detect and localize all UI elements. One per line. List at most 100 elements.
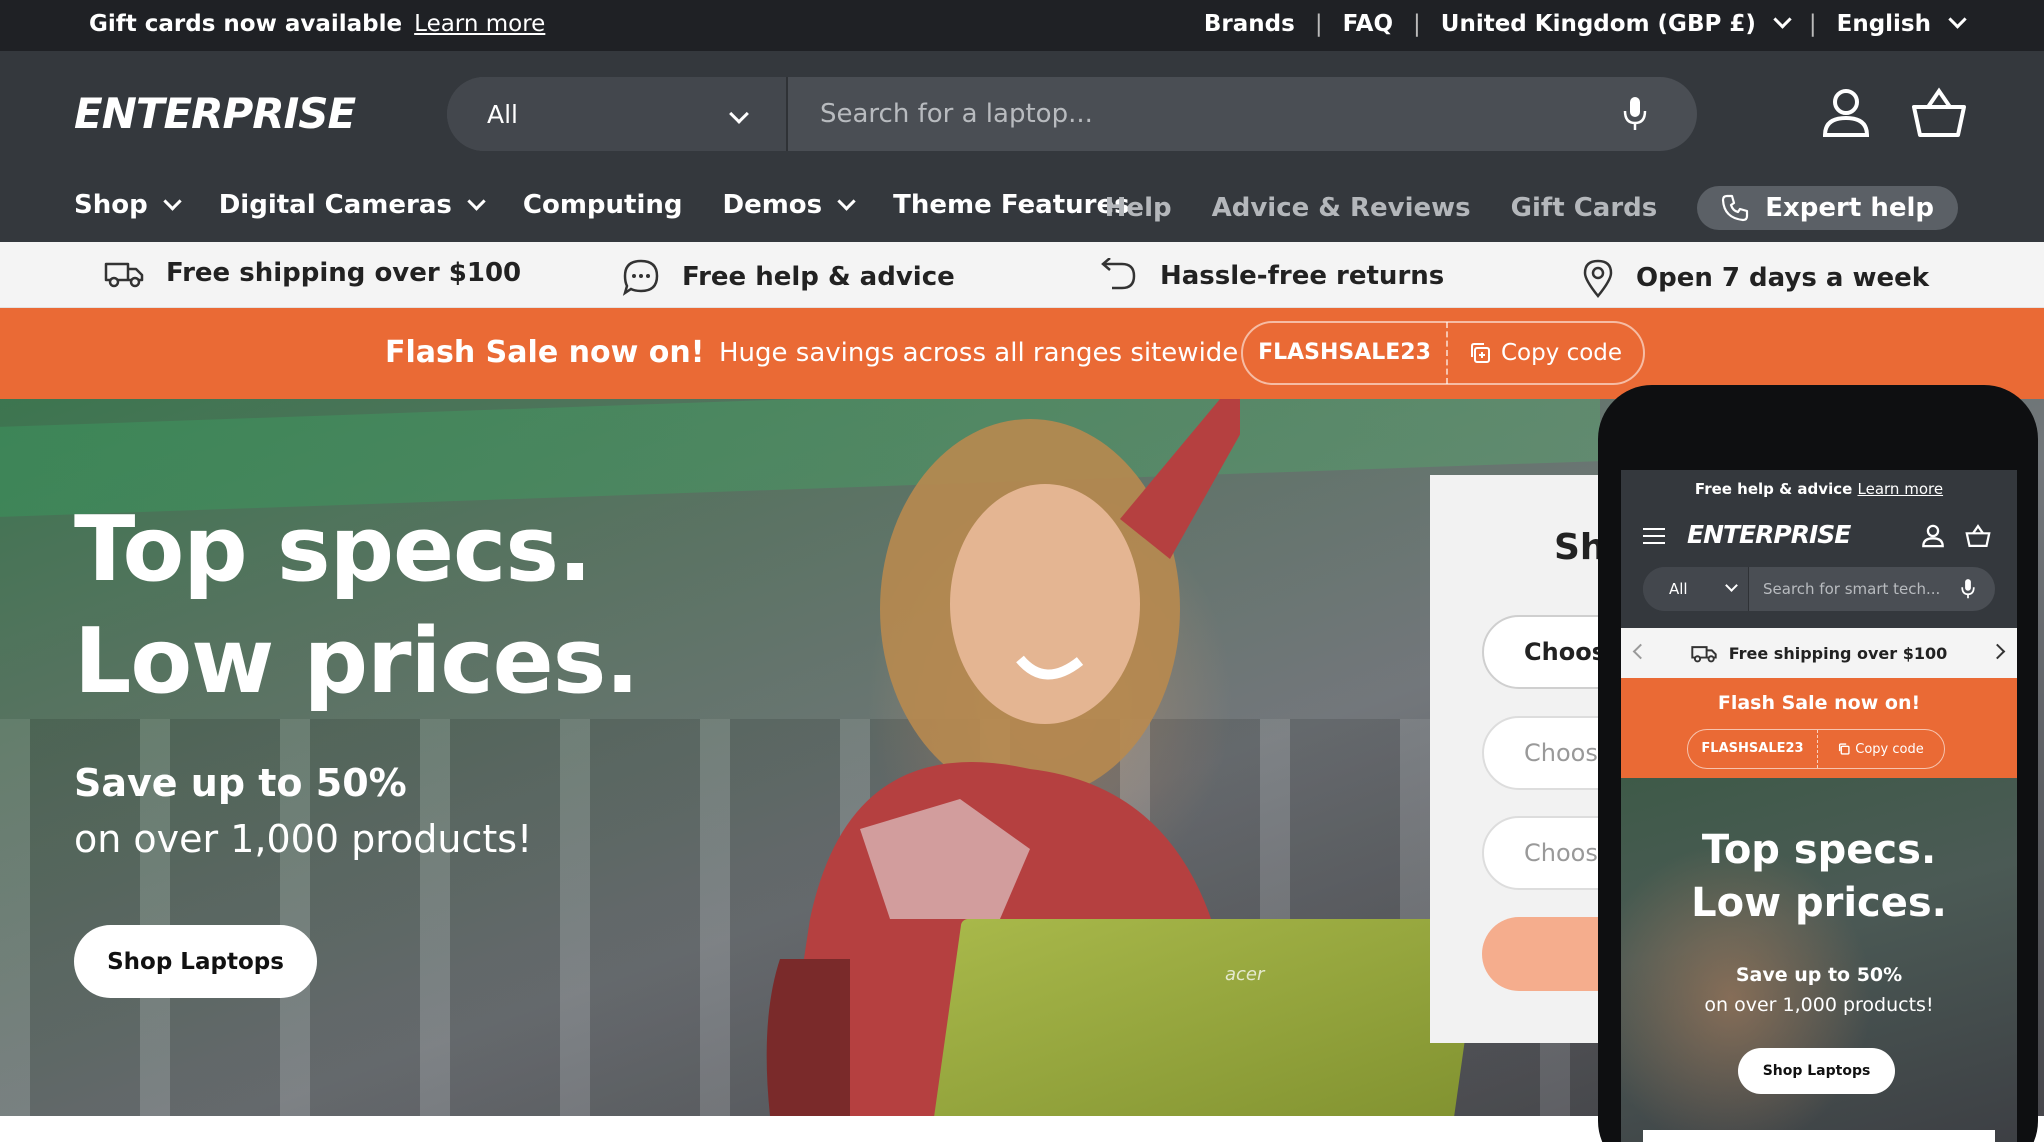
- announcement-text: Gift cards now available: [89, 11, 403, 37]
- hero-heading: Top specs. Low prices.: [74, 494, 639, 718]
- chevron-down-icon: [729, 104, 749, 124]
- chevron-down-icon: [467, 191, 486, 211]
- chevron-left-icon[interactable]: [1632, 643, 1649, 660]
- mobile-learn-more-link[interactable]: Learn more: [1858, 480, 1944, 498]
- divider: |: [1314, 11, 1323, 37]
- site-logo[interactable]: ENTERPRISE: [74, 89, 356, 138]
- mobile-usp-bar: Free shipping over $100: [1621, 628, 2017, 678]
- usp-shipping-text: Free shipping over $100: [166, 258, 522, 288]
- phone-screen: Free help & advice Learn more ENTERPRISE…: [1621, 470, 2017, 1142]
- nav-label: Demos: [722, 190, 823, 220]
- discount-code-box: FLASHSALE23 Copy code: [1241, 321, 1645, 385]
- mobile-announcement-text: Free help & advice: [1694, 480, 1853, 498]
- flash-sale-title: Flash Sale now on!: [385, 335, 705, 370]
- faq-link[interactable]: FAQ: [1343, 11, 1393, 37]
- menu-icon[interactable]: [1643, 528, 1665, 544]
- basket-icon[interactable]: [1965, 524, 1991, 552]
- usp-help: Free help & advice: [622, 258, 955, 296]
- mobile-flash-sale: Flash Sale now on! FLASHSALE23 Copy code: [1621, 678, 2017, 778]
- map-pin-icon: [1583, 259, 1613, 298]
- truck-icon: [104, 262, 144, 288]
- mobile-hero-heading-line: Top specs.: [1701, 827, 1937, 873]
- expert-help-button[interactable]: Expert help: [1697, 186, 1958, 230]
- discount-code: FLASHSALE23: [1243, 322, 1448, 384]
- chevron-down-icon: [837, 191, 856, 211]
- hero-heading-line: Low prices.: [74, 609, 639, 714]
- secondary-nav: Help Advice & Reviews Gift Cards Expert …: [1065, 186, 1958, 230]
- usp-open-text: Open 7 days a week: [1636, 263, 1930, 293]
- divider: |: [1413, 11, 1421, 37]
- country-selector[interactable]: United Kingdom (GBP £): [1440, 9, 1792, 37]
- nav-item-digital-cameras[interactable]: Digital Cameras: [218, 190, 486, 220]
- truck-icon: [1691, 646, 1717, 663]
- account-icon[interactable]: [1820, 87, 1872, 143]
- return-arrow-icon: [1101, 258, 1136, 290]
- copy-code-button[interactable]: Copy code: [1448, 340, 1643, 366]
- mobile-hero: Top specs. Low prices. Save up to 50% on…: [1621, 778, 2017, 1142]
- mobile-usp-text: Free shipping over $100: [1728, 643, 1948, 663]
- usp-bar: Free shipping over $100 Free help & advi…: [0, 242, 2044, 308]
- mobile-search-bar: All Search for smart tech...: [1643, 567, 1995, 611]
- mobile-copy-code-button[interactable]: Copy code: [1818, 742, 1944, 757]
- usp-returns-text: Hassle-free returns: [1160, 261, 1445, 291]
- mobile-announcement: Free help & advice Learn more: [1621, 470, 2017, 508]
- basket-icon[interactable]: [1910, 87, 1968, 143]
- chevron-down-icon: [163, 191, 182, 211]
- chat-bubble-icon: [622, 259, 659, 296]
- mobile-search-input[interactable]: Search for smart tech...: [1749, 567, 1940, 611]
- nav-label: Computing: [522, 190, 683, 220]
- mobile-logo[interactable]: ENTERPRISE: [1687, 520, 1851, 549]
- search-input[interactable]: [788, 77, 1697, 151]
- nav-item-gift-cards[interactable]: Gift Cards: [1511, 193, 1658, 223]
- divider: |: [1808, 11, 1817, 37]
- chevron-down-icon: [1948, 9, 1967, 29]
- mobile-hero-heading-line: Low prices.: [1691, 880, 1947, 926]
- language-selector[interactable]: English: [1836, 9, 1967, 37]
- laptop-brand-logo: acer: [1225, 964, 1265, 985]
- nav-label: Digital Cameras: [218, 190, 452, 220]
- mobile-hero-subtext: on over 1,000 products!: [1704, 994, 1934, 1016]
- flash-sale-subtitle: Huge savings across all ranges sitewide: [719, 338, 1239, 368]
- chevron-down-icon: [1773, 9, 1792, 29]
- usp-open: Open 7 days a week: [1582, 258, 1929, 298]
- utility-nav: Brands | FAQ | United Kingdom (GBP £) | …: [1204, 9, 1967, 37]
- account-icon[interactable]: [1921, 524, 1945, 552]
- search-category-select[interactable]: All: [447, 77, 788, 151]
- mobile-discount-code-box: FLASHSALE23 Copy code: [1687, 729, 1945, 769]
- chevron-right-icon[interactable]: [1989, 643, 2006, 660]
- brands-link[interactable]: Brands: [1204, 11, 1295, 37]
- hero-subtext: on over 1,000 products!: [74, 817, 533, 861]
- nav-item-demos[interactable]: Demos: [722, 190, 856, 220]
- hero-laptop-image: [928, 919, 1482, 1116]
- search-category-label: All: [487, 99, 518, 129]
- shop-laptops-button[interactable]: Shop Laptops: [74, 925, 317, 998]
- mobile-search-category-label: All: [1669, 580, 1688, 598]
- language-label: English: [1836, 11, 1931, 37]
- mobile-next-section: [1643, 1130, 1995, 1142]
- usp-help-text: Free help & advice: [682, 262, 955, 292]
- announcement: Gift cards now available Learn more: [89, 11, 545, 37]
- search-bar: All: [447, 77, 1697, 151]
- mobile-shop-laptops-button[interactable]: Shop Laptops: [1738, 1048, 1895, 1094]
- announcement-bar: Gift cards now available Learn more Bran…: [0, 0, 2044, 51]
- usp-returns: Hassle-free returns: [1098, 258, 1444, 294]
- chevron-down-icon: [1725, 579, 1738, 592]
- mobile-search-category-select[interactable]: All: [1643, 567, 1749, 611]
- microphone-icon[interactable]: [1961, 578, 1975, 604]
- mobile-header: ENTERPRISE: [1621, 508, 2017, 564]
- mobile-flash-title: Flash Sale now on!: [1717, 692, 1921, 714]
- nav-item-help[interactable]: Help: [1105, 193, 1172, 223]
- copy-icon: [1839, 743, 1850, 755]
- expert-help-label: Expert help: [1765, 193, 1934, 223]
- usp-shipping: Free shipping over $100: [104, 258, 521, 288]
- nav-item-computing[interactable]: Computing: [523, 190, 683, 220]
- announcement-learn-more-link[interactable]: Learn more: [414, 11, 545, 37]
- country-label: United Kingdom (GBP £): [1440, 11, 1756, 37]
- nav-item-shop[interactable]: Shop: [74, 190, 182, 220]
- site-header: ENTERPRISE All Shop Digital Cameras Comp…: [0, 51, 2044, 242]
- nav-label: Shop: [74, 190, 148, 220]
- microphone-icon[interactable]: [1623, 95, 1647, 137]
- hero-save-text: Save up to 50%: [74, 761, 407, 805]
- mobile-hero-heading: Top specs. Low prices.: [1621, 824, 2017, 930]
- nav-item-advice-reviews[interactable]: Advice & Reviews: [1212, 193, 1471, 223]
